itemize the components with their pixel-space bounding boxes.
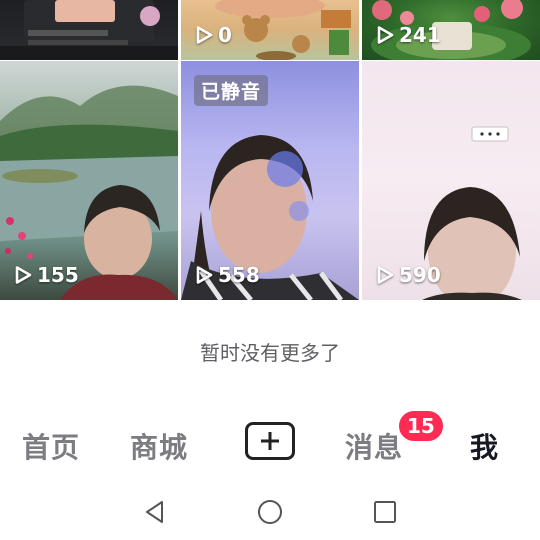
video-grid: 0 241 155 已静音 558 590 bbox=[0, 0, 540, 300]
system-nav-bar bbox=[0, 490, 540, 534]
back-icon[interactable] bbox=[141, 498, 169, 526]
play-count: 0 bbox=[194, 22, 232, 48]
play-count: 155 bbox=[13, 262, 79, 288]
tab-me[interactable]: 我 bbox=[470, 426, 499, 466]
video-tile[interactable]: 0 bbox=[181, 0, 359, 60]
video-tile[interactable]: 155 bbox=[0, 61, 178, 300]
play-count: 558 bbox=[194, 262, 260, 288]
video-tile[interactable]: 已静音 558 bbox=[181, 61, 359, 300]
phone-screen-image bbox=[0, 0, 178, 60]
tab-mall[interactable]: 商城 bbox=[130, 426, 188, 466]
play-icon bbox=[377, 266, 394, 284]
bottom-tab-bar: 首页 商城 消息 15 我 bbox=[0, 409, 540, 468]
home-icon[interactable] bbox=[256, 498, 284, 526]
play-icon bbox=[15, 266, 32, 284]
add-post-button[interactable] bbox=[245, 422, 295, 460]
play-icon bbox=[377, 26, 394, 44]
play-count: 241 bbox=[375, 22, 441, 48]
video-tile[interactable]: 590 bbox=[362, 61, 540, 300]
unread-badge: 15 bbox=[397, 409, 445, 443]
video-thumbnail bbox=[0, 0, 178, 60]
video-tile[interactable] bbox=[0, 0, 178, 60]
play-icon bbox=[196, 26, 213, 44]
video-tile[interactable]: 241 bbox=[362, 0, 540, 60]
play-count: 590 bbox=[375, 262, 441, 288]
tab-home[interactable]: 首页 bbox=[22, 426, 80, 466]
end-of-list-text: 暂时没有更多了 bbox=[200, 341, 340, 365]
recents-icon[interactable] bbox=[371, 498, 399, 526]
play-icon bbox=[196, 266, 213, 284]
muted-badge: 已静音 bbox=[194, 75, 269, 106]
tab-messages[interactable]: 消息 bbox=[345, 426, 403, 466]
